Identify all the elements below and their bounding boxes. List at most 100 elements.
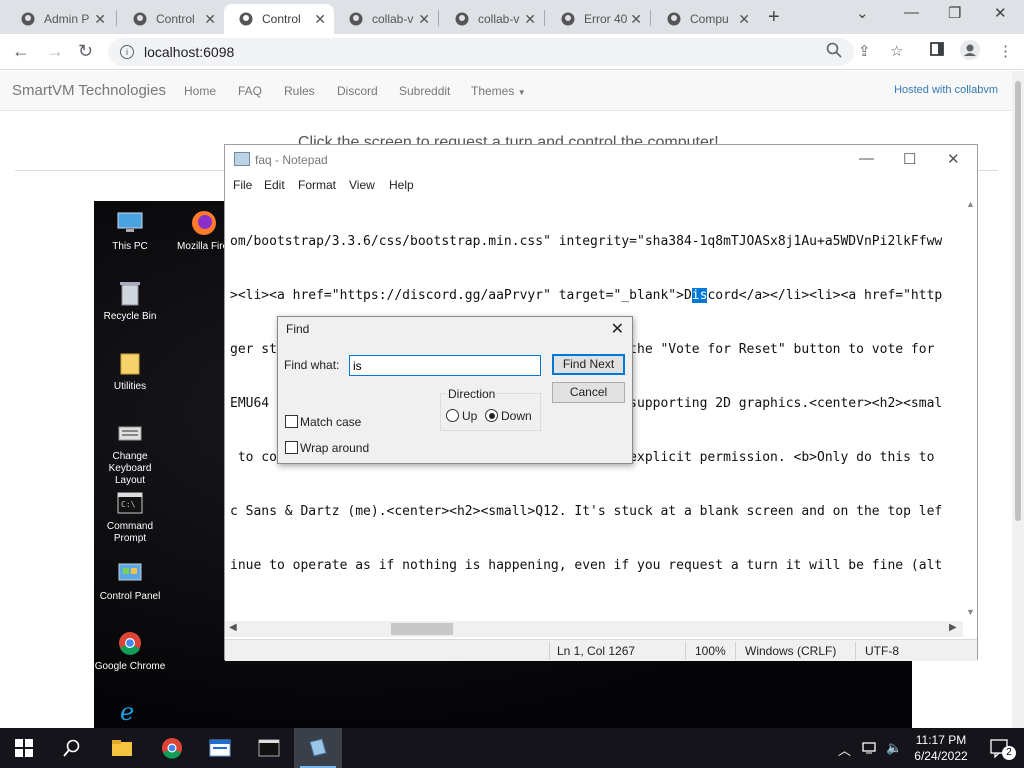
- show-hidden-icons-icon[interactable]: ︿: [838, 740, 851, 759]
- nav-subreddit[interactable]: Subreddit: [399, 84, 450, 98]
- menu-view[interactable]: View: [349, 178, 375, 192]
- close-icon[interactable]: ✕: [611, 319, 624, 339]
- browser-tab-active[interactable]: Control ✕: [224, 4, 334, 34]
- find-dialog[interactable]: Find ✕ Find what: Find Next Cancel Direc…: [277, 316, 633, 464]
- minimize-icon[interactable]: —: [904, 4, 919, 21]
- reload-icon[interactable]: ↻: [78, 41, 93, 62]
- direction-up-radio[interactable]: [446, 409, 459, 422]
- notepad-horizontal-scrollbar[interactable]: ◀ ▶: [225, 621, 963, 637]
- nav-faq[interactable]: FAQ: [238, 84, 262, 98]
- wrap-around-label[interactable]: Wrap around: [300, 441, 369, 455]
- caret-down-icon: ▼: [517, 88, 526, 97]
- close-tab-icon[interactable]: ✕: [204, 11, 216, 28]
- desktop-icon-utilities[interactable]: Utilities: [94, 349, 166, 393]
- tab-search-icon[interactable]: ⌄: [856, 4, 869, 22]
- notepad-statusbar: Ln 1, Col 1267 100% Windows (CRLF) UTF-8: [225, 639, 977, 661]
- nav-rules[interactable]: Rules: [284, 84, 315, 98]
- hosted-link[interactable]: Hosted with collabvm: [894, 84, 998, 96]
- scroll-up-icon[interactable]: ▲: [966, 199, 975, 209]
- close-tab-icon[interactable]: ✕: [314, 11, 326, 28]
- browser-tab[interactable]: Error 40 ✕: [546, 4, 650, 34]
- page-scrollbar[interactable]: [1012, 71, 1024, 728]
- scroll-right-icon[interactable]: ▶: [949, 622, 957, 633]
- menu-format[interactable]: Format: [298, 178, 336, 192]
- browser-tab[interactable]: Compu ✕: [652, 4, 758, 34]
- desktop-icon-recycle-bin[interactable]: Recycle Bin: [94, 279, 166, 323]
- close-tab-icon[interactable]: ✕: [630, 11, 642, 28]
- direction-up-label[interactable]: Up: [462, 409, 477, 423]
- scrollbar-thumb[interactable]: [391, 623, 453, 635]
- menu-edit[interactable]: Edit: [264, 178, 285, 192]
- desktop-icon-this-pc[interactable]: This PC: [94, 209, 166, 253]
- match-case-checkbox[interactable]: [285, 415, 298, 428]
- github-icon: [666, 11, 682, 27]
- match-case-label[interactable]: Match case: [300, 415, 361, 429]
- clock-date: 6/24/2022: [914, 749, 968, 763]
- menu-file[interactable]: File: [233, 178, 252, 192]
- address-bar[interactable]: i localhost:6098: [108, 38, 854, 66]
- new-tab-icon[interactable]: +: [768, 6, 780, 29]
- desktop-icon-control-panel[interactable]: Control Panel: [94, 559, 166, 603]
- desktop-icon-chrome[interactable]: Google Chrome: [94, 629, 166, 673]
- zoom-icon[interactable]: [826, 42, 842, 62]
- close-tab-icon[interactable]: ✕: [94, 11, 106, 28]
- menu-help[interactable]: Help: [389, 178, 414, 192]
- volume-icon[interactable]: 🔈: [886, 740, 902, 756]
- taskbar-clock[interactable]: 11:17 PM 6/24/2022: [906, 732, 976, 764]
- find-next-button[interactable]: Find Next: [552, 354, 625, 375]
- notepad-vertical-scrollbar[interactable]: ▲ ▼: [963, 197, 977, 621]
- close-window-icon[interactable]: ✕: [994, 4, 1007, 22]
- site-brand[interactable]: SmartVM Technologies: [12, 82, 166, 99]
- scroll-down-icon[interactable]: ▼: [966, 607, 975, 617]
- wrap-around-checkbox[interactable]: [285, 441, 298, 454]
- nav-home[interactable]: Home: [184, 84, 216, 98]
- notepad-icon: [234, 152, 250, 166]
- search-button[interactable]: [48, 728, 96, 768]
- notepad-titlebar[interactable]: faq - Notepad — ☐ ✕: [225, 145, 977, 175]
- nav-themes[interactable]: Themes ▼: [471, 84, 526, 98]
- close-tab-icon[interactable]: ✕: [738, 11, 750, 28]
- desktop-icon-keyboard-layout[interactable]: Change Keyboard Layout: [94, 419, 166, 487]
- site-info-icon[interactable]: i: [120, 45, 134, 59]
- text-line: ><li><a href="https://discord.gg/aaPrvyr…: [230, 288, 943, 303]
- ie-icon: e: [116, 697, 144, 725]
- minimize-icon[interactable]: —: [859, 150, 874, 167]
- find-what-input[interactable]: [349, 355, 541, 376]
- firefox-icon: [190, 209, 218, 237]
- close-tab-icon[interactable]: ✕: [524, 11, 536, 28]
- side-panel-icon[interactable]: [930, 42, 944, 60]
- github-icon: [560, 11, 576, 27]
- taskbar-app[interactable]: [196, 728, 244, 768]
- menu-icon[interactable]: ⋮: [998, 42, 1013, 60]
- bookmark-star-icon[interactable]: ☆: [890, 42, 903, 60]
- taskbar-notepad[interactable]: [294, 728, 342, 768]
- cancel-button[interactable]: Cancel: [552, 382, 625, 403]
- browser-tab[interactable]: Admin P ✕: [6, 4, 114, 34]
- browser-tab-strip: Admin P ✕ Control ✕ Control ✕ collab-v ✕…: [0, 0, 1024, 34]
- profile-avatar[interactable]: [960, 40, 980, 64]
- scroll-left-icon[interactable]: ◀: [229, 622, 237, 633]
- browser-tab[interactable]: collab-v ✕: [334, 4, 438, 34]
- share-icon[interactable]: ⇪: [858, 42, 871, 60]
- start-button[interactable]: [0, 728, 48, 768]
- browser-tab[interactable]: Control ✕: [118, 4, 224, 34]
- taskbar-file-explorer[interactable]: [98, 728, 146, 768]
- taskbar-chrome[interactable]: [148, 728, 196, 768]
- restore-icon[interactable]: ❐: [948, 4, 961, 22]
- notifications-button[interactable]: 2: [976, 728, 1024, 768]
- desktop-icon-command-prompt[interactable]: C:\ Command Prompt: [94, 489, 166, 545]
- taskbar-cmd[interactable]: [245, 728, 293, 768]
- forward-icon[interactable]: →: [46, 41, 64, 62]
- close-tab-icon[interactable]: ✕: [418, 11, 430, 28]
- desktop-icon-ie[interactable]: e: [94, 697, 166, 728]
- nav-discord[interactable]: Discord: [337, 84, 378, 98]
- maximize-icon[interactable]: ☐: [903, 150, 916, 168]
- chrome-icon: [162, 738, 182, 759]
- back-icon[interactable]: ←: [12, 41, 30, 62]
- browser-toolbar: ← → ↻ i localhost:6098 ⇪ ☆ ⋮: [0, 34, 1024, 70]
- network-icon[interactable]: [862, 740, 878, 757]
- browser-tab[interactable]: collab-v ✕: [440, 4, 544, 34]
- direction-down-label[interactable]: Down: [501, 409, 532, 423]
- close-icon[interactable]: ✕: [947, 150, 960, 168]
- direction-down-radio[interactable]: [485, 409, 498, 422]
